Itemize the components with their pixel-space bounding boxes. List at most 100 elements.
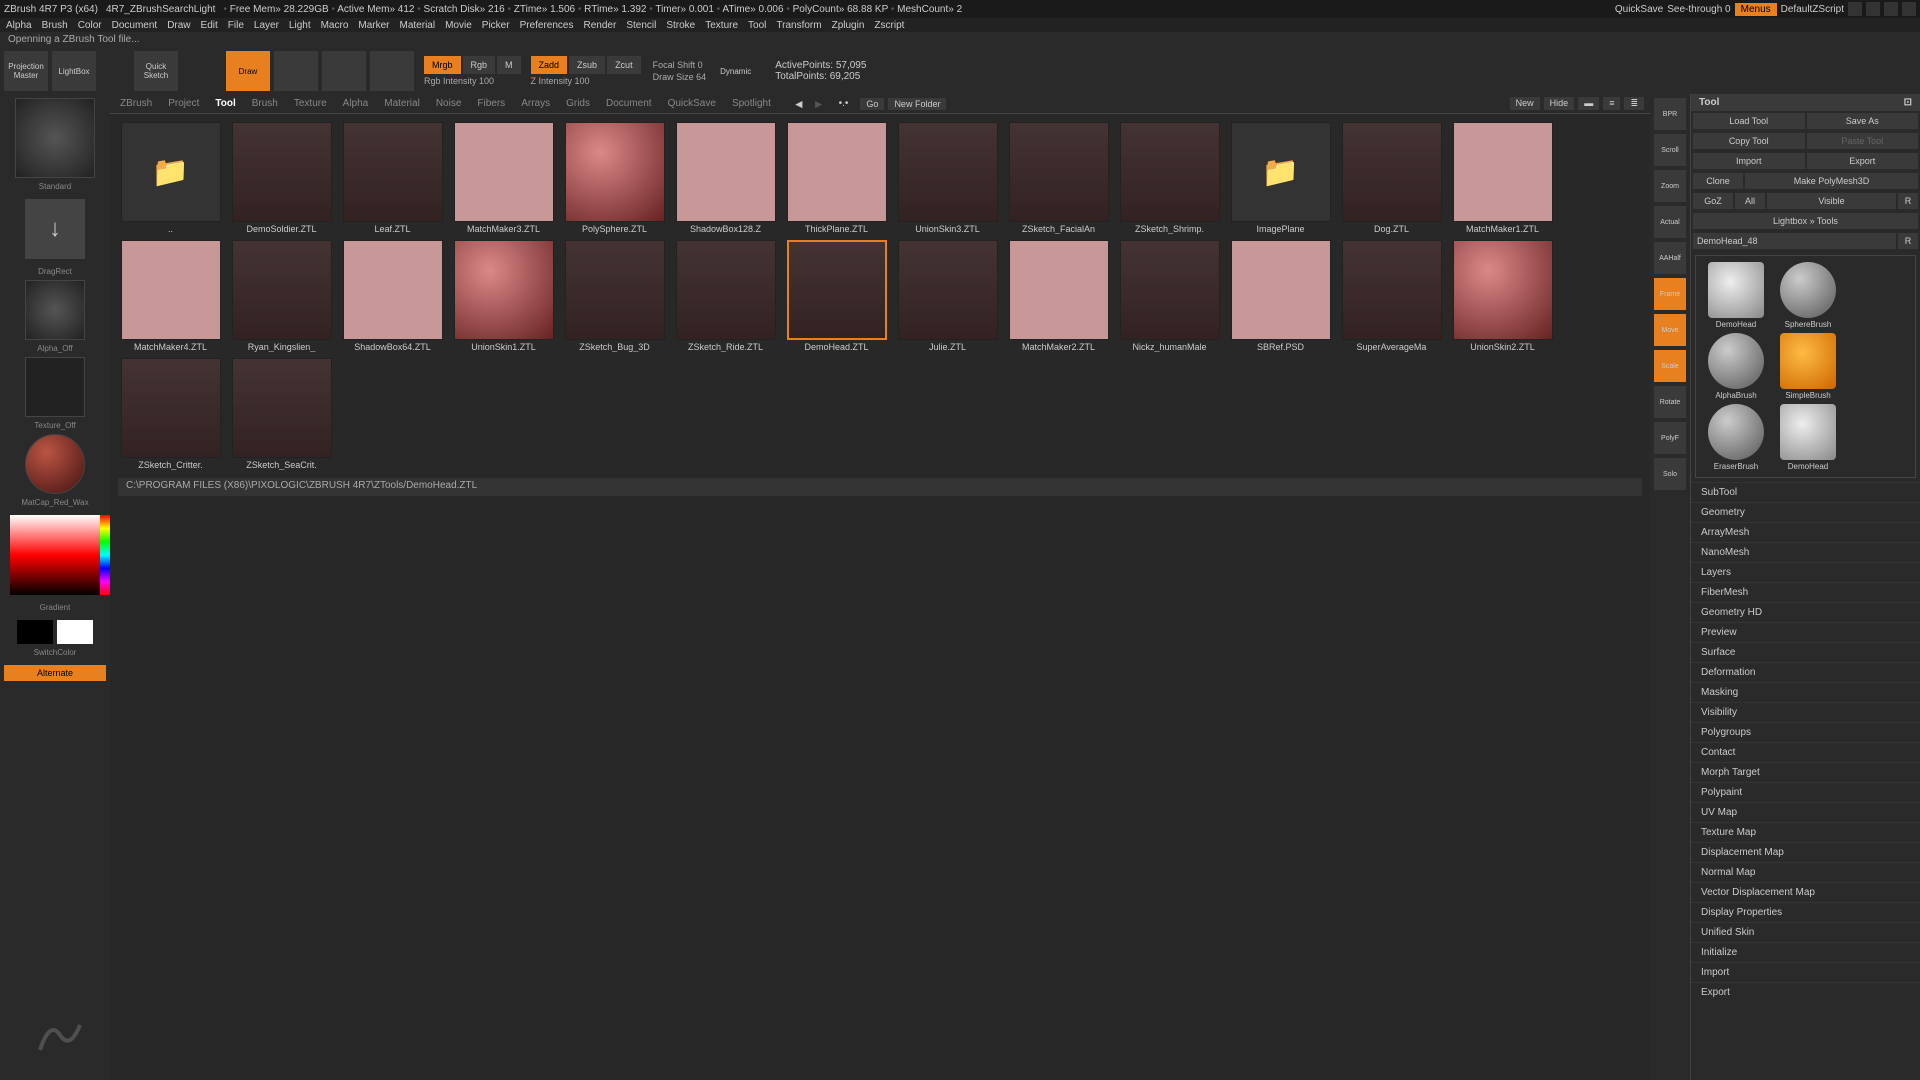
menu-stencil[interactable]: Stencil bbox=[626, 20, 656, 30]
lightbox-item[interactable]: ZSketch_Critter. bbox=[118, 358, 223, 470]
menu-macro[interactable]: Macro bbox=[321, 20, 349, 30]
lightbox-item[interactable]: ThickPlane.ZTL bbox=[784, 122, 889, 234]
lightbox-item[interactable]: ShadowBox128.Z bbox=[673, 122, 778, 234]
section-displacement-map[interactable]: Displacement Map bbox=[1691, 842, 1920, 862]
section-geometry-hd[interactable]: Geometry HD bbox=[1691, 602, 1920, 622]
tool-thumb[interactable]: EraserBrush bbox=[1702, 404, 1770, 471]
section-unified-skin[interactable]: Unified Skin bbox=[1691, 922, 1920, 942]
strip-move-button[interactable]: Move bbox=[1654, 314, 1686, 346]
save-as-button[interactable]: Save As bbox=[1807, 113, 1919, 129]
tab-zbrush[interactable]: ZBrush bbox=[116, 96, 156, 111]
new-button[interactable]: New bbox=[1510, 97, 1540, 110]
section-polygroups[interactable]: Polygroups bbox=[1691, 722, 1920, 742]
menu-draw[interactable]: Draw bbox=[167, 20, 190, 30]
minimize-icon[interactable] bbox=[1866, 2, 1880, 16]
rotate-button[interactable] bbox=[370, 51, 414, 91]
gradient-label[interactable]: Gradient bbox=[4, 603, 106, 612]
scale-button[interactable] bbox=[322, 51, 366, 91]
section-fibermesh[interactable]: FiberMesh bbox=[1691, 582, 1920, 602]
menu-texture[interactable]: Texture bbox=[705, 20, 738, 30]
texture-thumb[interactable] bbox=[25, 357, 85, 417]
lightbox-item[interactable]: PolySphere.ZTL bbox=[562, 122, 667, 234]
tool-panel-title[interactable]: Tool ⊡ bbox=[1691, 94, 1920, 111]
tool-thumb[interactable]: DemoHead bbox=[1774, 404, 1842, 471]
tab-project[interactable]: Project bbox=[164, 96, 203, 111]
go-button[interactable]: Go bbox=[860, 98, 884, 110]
section-preview[interactable]: Preview bbox=[1691, 622, 1920, 642]
strip-aahalf-button[interactable]: AAHalf bbox=[1654, 242, 1686, 274]
lightbox-item[interactable]: ZSketch_Shrimp. bbox=[1117, 122, 1222, 234]
menus-button[interactable]: Menus bbox=[1735, 3, 1777, 16]
lightbox-item[interactable]: 📁ImagePlane bbox=[1228, 122, 1333, 234]
dynamic-label[interactable]: Dynamic bbox=[720, 67, 751, 76]
menu-document[interactable]: Document bbox=[112, 20, 158, 30]
hue-strip[interactable] bbox=[100, 515, 110, 595]
menu-light[interactable]: Light bbox=[289, 20, 311, 30]
focal-shift-slider[interactable]: Focal Shift 0 bbox=[653, 60, 707, 70]
color-picker[interactable] bbox=[10, 515, 100, 595]
seethrough-slider[interactable]: See-through 0 bbox=[1667, 4, 1730, 15]
menu-movie[interactable]: Movie bbox=[445, 20, 472, 30]
section-texture-map[interactable]: Texture Map bbox=[1691, 822, 1920, 842]
make-polymesh-button[interactable]: Make PolyMesh3D bbox=[1745, 173, 1918, 189]
export-button[interactable]: Export bbox=[1807, 153, 1919, 169]
strip-scroll-button[interactable]: Scroll bbox=[1654, 134, 1686, 166]
default-script[interactable]: DefaultZScript bbox=[1781, 4, 1844, 15]
alternate-button[interactable]: Alternate bbox=[4, 665, 106, 681]
section-masking[interactable]: Masking bbox=[1691, 682, 1920, 702]
section-vector-displacement-map[interactable]: Vector Displacement Map bbox=[1691, 882, 1920, 902]
lightbox-item[interactable]: SBRef.PSD bbox=[1228, 240, 1333, 352]
section-contact[interactable]: Contact bbox=[1691, 742, 1920, 762]
alpha-thumb[interactable] bbox=[25, 280, 85, 340]
zsub-button[interactable]: Zsub bbox=[569, 56, 605, 74]
strip-bpr-button[interactable]: BPR bbox=[1654, 98, 1686, 130]
view-mode-3-icon[interactable]: ≣ bbox=[1624, 97, 1644, 110]
strip-frame-button[interactable]: Frame bbox=[1654, 278, 1686, 310]
lightbox-item[interactable]: Nickz_humanMale bbox=[1117, 240, 1222, 352]
tab-tool[interactable]: Tool bbox=[211, 96, 239, 111]
stroke-thumb[interactable]: ↓ bbox=[25, 199, 85, 259]
menu-transform[interactable]: Transform bbox=[776, 20, 821, 30]
menu-zscript[interactable]: Zscript bbox=[874, 20, 904, 30]
tab-alpha[interactable]: Alpha bbox=[339, 96, 373, 111]
tab-texture[interactable]: Texture bbox=[290, 96, 331, 111]
strip-polyf-button[interactable]: PolyF bbox=[1654, 422, 1686, 454]
section-normal-map[interactable]: Normal Map bbox=[1691, 862, 1920, 882]
lightbox-item[interactable]: Dog.ZTL bbox=[1339, 122, 1444, 234]
tab-arrays[interactable]: Arrays bbox=[517, 96, 554, 111]
tab-fibers[interactable]: Fibers bbox=[473, 96, 509, 111]
section-surface[interactable]: Surface bbox=[1691, 642, 1920, 662]
lightbox-item[interactable]: MatchMaker3.ZTL bbox=[451, 122, 556, 234]
section-subtool[interactable]: SubTool bbox=[1691, 482, 1920, 502]
menu-marker[interactable]: Marker bbox=[358, 20, 389, 30]
menu-stroke[interactable]: Stroke bbox=[666, 20, 695, 30]
hide-button[interactable]: Hide bbox=[1544, 97, 1575, 110]
section-arraymesh[interactable]: ArrayMesh bbox=[1691, 522, 1920, 542]
lightbox-item[interactable]: UnionSkin3.ZTL bbox=[895, 122, 1000, 234]
tab-material[interactable]: Material bbox=[380, 96, 424, 111]
tab-document[interactable]: Document bbox=[602, 96, 656, 111]
menu-preferences[interactable]: Preferences bbox=[520, 20, 574, 30]
material-thumb[interactable] bbox=[25, 434, 85, 494]
lightbox-item[interactable]: SuperAverageMa bbox=[1339, 240, 1444, 352]
tool-r-button[interactable]: R bbox=[1898, 233, 1918, 249]
strip-actual-button[interactable]: Actual bbox=[1654, 206, 1686, 238]
lightbox-item[interactable]: ZSketch_FacialAn bbox=[1006, 122, 1111, 234]
menu-brush[interactable]: Brush bbox=[42, 20, 68, 30]
current-tool[interactable]: DemoHead_48 bbox=[1693, 233, 1896, 249]
quick-sketch-button[interactable]: Quick Sketch bbox=[134, 51, 178, 91]
lightbox-item[interactable]: ZSketch_Ride.ZTL bbox=[673, 240, 778, 352]
strip-rotate-button[interactable]: Rotate bbox=[1654, 386, 1686, 418]
section-layers[interactable]: Layers bbox=[1691, 562, 1920, 582]
goz-button[interactable]: GoZ bbox=[1693, 193, 1733, 209]
lightbox-item[interactable]: UnionSkin1.ZTL bbox=[451, 240, 556, 352]
menu-layer[interactable]: Layer bbox=[254, 20, 279, 30]
lightbox-item[interactable]: Julie.ZTL bbox=[895, 240, 1000, 352]
lightbox-item[interactable]: 📁.. bbox=[118, 122, 223, 234]
tool-thumb[interactable]: SphereBrush bbox=[1774, 262, 1842, 329]
menu-alpha[interactable]: Alpha bbox=[6, 20, 32, 30]
secondary-color[interactable] bbox=[17, 620, 53, 644]
nav-back-icon[interactable]: ◄ bbox=[793, 97, 805, 111]
new-folder-button[interactable]: New Folder bbox=[888, 98, 946, 110]
tab-noise[interactable]: Noise bbox=[432, 96, 466, 111]
